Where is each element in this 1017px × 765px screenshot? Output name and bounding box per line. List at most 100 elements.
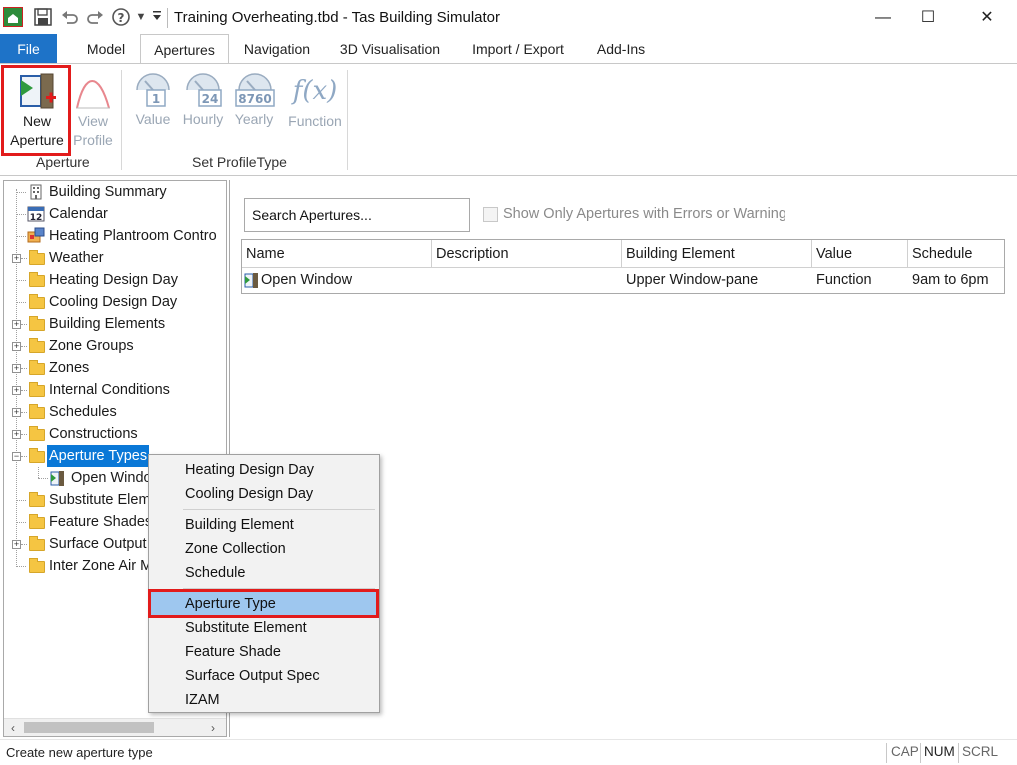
tree-item-zones[interactable]: + Zones	[4, 357, 226, 379]
tab-navigation[interactable]: Navigation	[236, 34, 318, 64]
aperture-icon	[50, 471, 64, 486]
tree-item-label: Heating Design Day	[49, 272, 178, 288]
tree-item-label: Surface Output	[49, 536, 147, 552]
menu-item-building-element[interactable]: Building Element	[151, 513, 377, 537]
hourly-badge: 24	[202, 92, 219, 106]
view-profile-label-line2: Profile	[73, 132, 113, 148]
menu-item-zone-collection[interactable]: Zone Collection	[151, 537, 377, 561]
tree-item-label: Aperture Types	[47, 445, 150, 467]
menu-item-substitute-element[interactable]: Substitute Element	[151, 616, 377, 640]
tree-line	[16, 522, 26, 523]
tree-item-label: Calendar	[49, 206, 108, 222]
tree-line	[21, 346, 27, 347]
menu-item-cooling-design-day[interactable]: Cooling Design Day	[151, 482, 377, 506]
search-input[interactable]	[244, 198, 470, 232]
menu-item-izam[interactable]: IZAM	[151, 688, 377, 712]
tree-item-heating-design-day[interactable]: Heating Design Day	[4, 269, 226, 291]
tree-item-label: Building Elements	[49, 316, 166, 332]
expand-icon[interactable]: +	[12, 386, 21, 395]
tree-item-building-elements[interactable]: + Building Elements	[4, 313, 226, 335]
menu-item-schedule[interactable]: Schedule	[151, 561, 377, 585]
tree-line	[21, 390, 27, 391]
column-schedule[interactable]: Schedule	[908, 240, 1004, 268]
collapse-icon[interactable]: −	[12, 452, 21, 461]
status-separator	[920, 743, 921, 763]
tree-item-label: Open Windo	[71, 470, 152, 486]
function-profile-button[interactable]: f(x) Function	[286, 70, 344, 131]
expand-icon[interactable]: +	[12, 430, 21, 439]
tab-3d-visualisation[interactable]: 3D Visualisation	[332, 34, 448, 64]
help-dropdown-icon[interactable]: ▼	[134, 7, 148, 27]
yearly-label: Yearly	[234, 111, 274, 127]
table-row[interactable]: Open Window Upper Window-pane Function 9…	[242, 268, 1004, 292]
column-name[interactable]: Name	[242, 240, 432, 268]
menu-item-feature-shade[interactable]: Feature Shade	[151, 640, 377, 664]
expand-icon[interactable]: +	[12, 364, 21, 373]
column-description[interactable]: Description	[432, 240, 622, 268]
ribbon-tabs: File Model Apertures Navigation 3D Visua…	[0, 34, 1017, 65]
customize-icon[interactable]	[150, 7, 164, 27]
tree-item-cooling-design-day[interactable]: Cooling Design Day	[4, 291, 226, 313]
column-building-element[interactable]: Building Element	[622, 240, 812, 268]
hourly-profile-button[interactable]: 24 Hourly	[180, 70, 226, 129]
tab-add-ins[interactable]: Add-Ins	[586, 34, 656, 64]
maximize-button[interactable]: ☐	[905, 0, 951, 36]
tree-line	[21, 434, 27, 435]
column-value[interactable]: Value	[812, 240, 908, 268]
tree-line	[21, 258, 27, 259]
menu-item-surface-output-spec[interactable]: Surface Output Spec	[151, 664, 377, 688]
ribbon: New Aperture View Profile Aperture 1 Val…	[0, 63, 1017, 176]
expand-icon[interactable]: +	[12, 540, 21, 549]
tree-item-label: Inter Zone Air M	[49, 558, 153, 574]
tab-apertures[interactable]: Apertures	[140, 34, 229, 65]
new-aperture-highlight	[1, 65, 71, 156]
profile-group-label: Set ProfileType	[192, 154, 287, 170]
help-icon[interactable]: ?	[111, 7, 131, 27]
menu-item-heating-design-day[interactable]: Heating Design Day	[151, 458, 377, 482]
value-profile-button[interactable]: 1 Value	[130, 70, 176, 129]
yearly-profile-button[interactable]: 8760 Yearly	[230, 70, 278, 129]
undo-icon[interactable]	[60, 7, 80, 27]
tree-item-schedules[interactable]: + Schedules	[4, 401, 226, 423]
title-bar: ? ▼ Training Overheating.tbd - Tas Build…	[0, 0, 1017, 36]
value-icon: 1	[133, 70, 173, 110]
scroll-left-icon[interactable]: ‹	[4, 719, 22, 736]
aperture-type-highlight	[148, 589, 379, 618]
tree-item-label: Zone Groups	[49, 338, 134, 354]
tree-item-internal-conditions[interactable]: + Internal Conditions	[4, 379, 226, 401]
tab-file[interactable]: File	[0, 34, 57, 64]
tree-horizontal-scrollbar[interactable]: ‹ ›	[4, 718, 226, 736]
scroll-right-icon[interactable]: ›	[204, 719, 222, 736]
scrollbar-thumb[interactable]	[24, 722, 154, 733]
close-button[interactable]: ✕	[964, 0, 1010, 36]
tree-item-constructions[interactable]: + Constructions	[4, 423, 226, 445]
tree-item-building-summary[interactable]: Building Summary	[4, 181, 226, 203]
cell-value: Function	[816, 272, 872, 288]
tab-model[interactable]: Model	[76, 34, 136, 64]
tree-line	[21, 544, 27, 545]
expand-icon[interactable]: +	[12, 408, 21, 417]
num-lock-indicator: NUM	[924, 744, 955, 759]
minimize-button[interactable]: —	[860, 0, 906, 36]
tree-item-weather[interactable]: + Weather	[4, 247, 226, 269]
status-separator	[886, 743, 887, 763]
expand-icon[interactable]: +	[12, 342, 21, 351]
expand-icon[interactable]: +	[12, 254, 21, 263]
view-profile-button[interactable]: View Profile	[70, 70, 116, 150]
function-label: Function	[288, 113, 342, 129]
tab-import-export[interactable]: Import / Export	[462, 34, 574, 64]
errors-filter-checkbox[interactable]	[483, 207, 498, 222]
tree-item-label: Constructions	[49, 426, 138, 442]
tree-item-label: Weather	[49, 250, 104, 266]
hourly-label: Hourly	[182, 111, 224, 127]
hourly-icon: 24	[183, 70, 223, 110]
app-icon[interactable]	[3, 7, 23, 27]
view-profile-label-line1: View	[77, 113, 109, 129]
redo-icon[interactable]	[85, 7, 105, 27]
expand-icon[interactable]: +	[12, 320, 21, 329]
view-profile-icon	[73, 70, 113, 112]
tree-item-calendar[interactable]: 12 Calendar	[4, 203, 226, 225]
save-icon[interactable]	[33, 7, 53, 27]
tree-item-zone-groups[interactable]: + Zone Groups	[4, 335, 226, 357]
tree-item-heating-plantroom[interactable]: Heating Plantroom Contro	[4, 225, 226, 247]
